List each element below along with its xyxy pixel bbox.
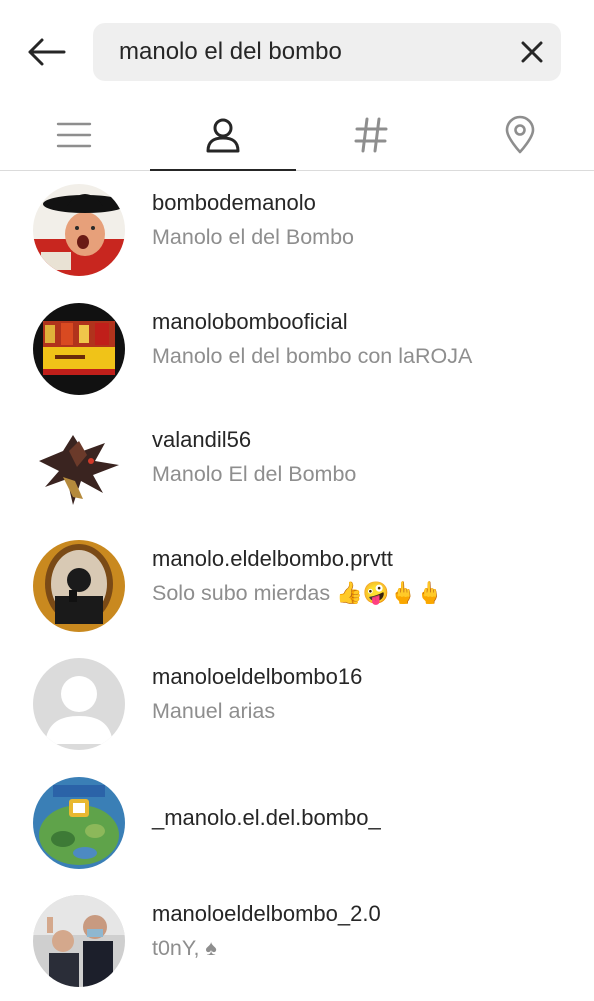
search-field[interactable]: [93, 23, 561, 81]
username: manolo.eldelbombo.prvtt: [152, 545, 393, 571]
full-name: Manolo El del Bombo: [152, 462, 357, 486]
username: manolobombooficial: [152, 308, 348, 334]
clear-search-button[interactable]: [517, 37, 547, 67]
tab-top[interactable]: [0, 100, 148, 170]
list-item[interactable]: manoloeldelbombo_2.0 t0nY, ♠: [0, 882, 594, 1001]
full-name: Manuel arias: [152, 699, 276, 723]
full-name: Manolo el del Bombo: [152, 225, 354, 249]
list-item[interactable]: valandil56 Manolo El del Bombo: [0, 408, 594, 527]
avatar[interactable]: [33, 302, 125, 395]
search-header: [0, 0, 594, 100]
username: bombodemanolo: [152, 190, 316, 215]
username: manoloeldelbombo_2.0: [152, 901, 381, 926]
arrow-left-icon: [28, 38, 66, 66]
tab-places[interactable]: [446, 100, 594, 170]
avatar[interactable]: [33, 776, 125, 869]
list-item[interactable]: manolo.eldelbombo.prvtt Solo subo mierda…: [0, 527, 594, 646]
avatar[interactable]: [33, 184, 125, 276]
list-item[interactable]: manolobombooficial Manolo el del bombo c…: [0, 290, 594, 409]
tab-accounts[interactable]: [149, 100, 297, 171]
close-icon: [521, 41, 543, 63]
list-item[interactable]: manoloeldelbombo16 Manuel arias: [0, 645, 594, 764]
username: manoloeldelbombo16: [152, 664, 363, 689]
account-results-list: bombodemanolo Manolo el del Bombo manolo…: [0, 171, 594, 1001]
list-item[interactable]: bombodemanolo Manolo el del Bombo: [0, 171, 594, 290]
list-item[interactable]: _manolo.el.del.bombo_: [0, 764, 594, 883]
search-input[interactable]: [119, 23, 499, 81]
avatar[interactable]: [33, 539, 125, 632]
full-name: Manolo el del bombo con laROJA: [152, 343, 473, 368]
avatar[interactable]: [33, 895, 125, 987]
full-name: t0nY, ♠: [152, 936, 217, 960]
menu-lines-icon: [56, 122, 92, 148]
avatar[interactable]: [33, 421, 125, 513]
full-name: Solo subo mierdas 👍🤪🖕🖕: [152, 580, 444, 605]
search-tabs: [0, 100, 594, 171]
tab-tags[interactable]: [297, 100, 445, 170]
back-button[interactable]: [24, 34, 68, 70]
person-icon: [206, 118, 240, 153]
hashtag-icon: [354, 117, 388, 153]
username: _manolo.el.del.bombo_: [152, 804, 381, 830]
default-avatar[interactable]: [33, 658, 125, 750]
username: valandil56: [152, 427, 252, 452]
location-pin-icon: [505, 115, 535, 154]
